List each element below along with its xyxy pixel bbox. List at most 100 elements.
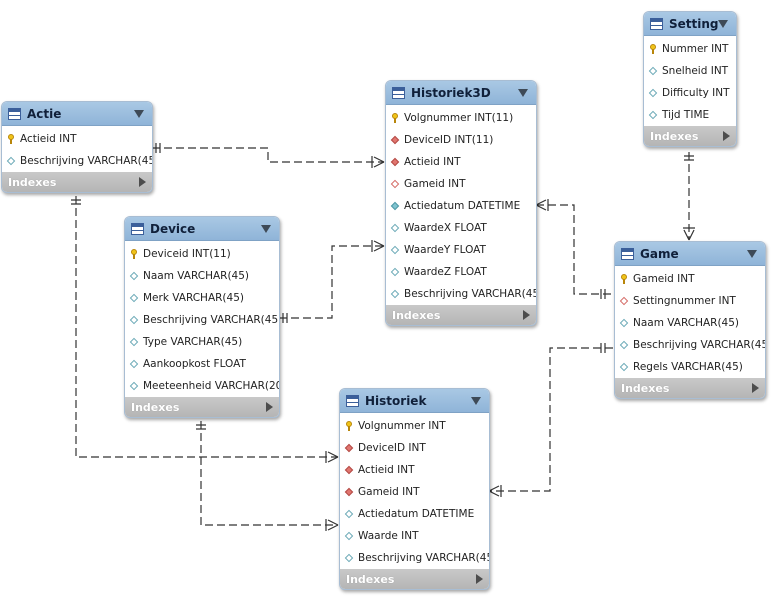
column-label: Actieid INT bbox=[358, 464, 415, 476]
column-label: Actieid INT bbox=[404, 156, 461, 168]
column-row[interactable]: Aankoopkost FLOAT bbox=[125, 353, 279, 375]
column-row[interactable]: Actiedatum DATETIME bbox=[386, 195, 536, 217]
attribute-icon bbox=[6, 156, 16, 166]
column-row[interactable]: Actieid INT bbox=[386, 151, 536, 173]
expand-arrow-icon[interactable] bbox=[266, 402, 273, 412]
column-row[interactable]: Regels VARCHAR(45) bbox=[615, 356, 765, 378]
column-row[interactable]: Actieid INT bbox=[340, 459, 489, 481]
chevron-down-icon[interactable] bbox=[718, 19, 728, 28]
attribute-icon bbox=[129, 293, 139, 303]
table-header[interactable]: Setting bbox=[644, 12, 736, 36]
column-label: Tijd TIME bbox=[662, 109, 710, 121]
indexes-section[interactable]: Indexes bbox=[2, 172, 152, 192]
column-row[interactable]: Gameid INT bbox=[615, 268, 765, 290]
column-row[interactable]: Nummer INT bbox=[644, 38, 736, 60]
column-row[interactable]: WaardeY FLOAT bbox=[386, 239, 536, 261]
chevron-down-icon[interactable] bbox=[518, 88, 528, 97]
column-row[interactable]: Gameid INT bbox=[340, 481, 489, 503]
indexes-section[interactable]: Indexes bbox=[615, 378, 765, 398]
table-name: Setting bbox=[669, 16, 718, 31]
column-label: Naam VARCHAR(45) bbox=[633, 317, 740, 329]
relationship-device-historiek3d bbox=[279, 245, 384, 319]
column-label: WaardeX FLOAT bbox=[404, 222, 487, 234]
table-historiek3d[interactable]: Historiek3D Volgnummer INT(11) DeviceID IN… bbox=[385, 80, 537, 326]
column-row[interactable]: Beschrijving VARCHAR(45) bbox=[340, 547, 489, 569]
column-row[interactable]: Actieid INT bbox=[2, 128, 152, 150]
table-icon bbox=[650, 17, 663, 30]
attribute-icon bbox=[648, 110, 658, 120]
column-label: Regels VARCHAR(45) bbox=[633, 361, 743, 373]
chevron-down-icon[interactable] bbox=[134, 109, 144, 118]
foreign-key-icon bbox=[390, 135, 400, 145]
column-row[interactable]: Volgnummer INT bbox=[340, 415, 489, 437]
attribute-icon bbox=[344, 531, 354, 541]
column-row[interactable]: Beschrijving VARCHAR(45) bbox=[615, 334, 765, 356]
chevron-down-icon[interactable] bbox=[747, 249, 757, 258]
table-header[interactable]: Actie bbox=[2, 102, 152, 126]
indexes-label: Indexes bbox=[621, 381, 670, 395]
chevron-down-icon[interactable] bbox=[471, 396, 481, 405]
column-label: Volgnummer INT bbox=[358, 420, 446, 432]
primary-key-icon bbox=[344, 421, 354, 431]
column-row[interactable]: Snelheid INT bbox=[644, 60, 736, 82]
column-row[interactable]: Gameid INT bbox=[386, 173, 536, 195]
table-name: Game bbox=[640, 246, 679, 261]
table-header[interactable]: Device bbox=[125, 217, 279, 241]
column-label: Actieid INT bbox=[20, 133, 77, 145]
column-row[interactable]: Naam VARCHAR(45) bbox=[615, 312, 765, 334]
column-label: Volgnummer INT(11) bbox=[404, 112, 514, 124]
column-row[interactable]: Deviceid INT(11) bbox=[125, 243, 279, 265]
indexes-label: Indexes bbox=[131, 400, 180, 414]
expand-arrow-icon[interactable] bbox=[139, 177, 146, 187]
column-row[interactable]: Settingnummer INT bbox=[615, 290, 765, 312]
attribute-icon bbox=[648, 88, 658, 98]
column-row[interactable]: Type VARCHAR(45) bbox=[125, 331, 279, 353]
column-row[interactable]: Beschrijving VARCHAR(45) bbox=[386, 283, 536, 305]
column-row[interactable]: Difficulty INT bbox=[644, 82, 736, 104]
table-actie[interactable]: Actie Actieid INT Beschrijving VARCHAR(45)… bbox=[1, 101, 153, 193]
column-row[interactable]: Actiedatum DATETIME bbox=[340, 503, 489, 525]
column-label: Snelheid INT bbox=[662, 65, 729, 77]
column-row[interactable]: Merk VARCHAR(45) bbox=[125, 287, 279, 309]
table-device[interactable]: Device Deviceid INT(11) Naam VARCHAR(45) Me… bbox=[124, 216, 280, 418]
column-row[interactable]: Tijd TIME bbox=[644, 104, 736, 126]
column-row[interactable]: DeviceID INT bbox=[340, 437, 489, 459]
column-row[interactable]: DeviceID INT(11) bbox=[386, 129, 536, 151]
table-header[interactable]: Game bbox=[615, 242, 765, 266]
attribute-icon bbox=[619, 340, 629, 350]
column-row[interactable]: WaardeX FLOAT bbox=[386, 217, 536, 239]
expand-arrow-icon[interactable] bbox=[752, 383, 759, 393]
column-row[interactable]: Beschrijving VARCHAR(45) bbox=[2, 150, 152, 172]
column-list: Actieid INT Beschrijving VARCHAR(45) bbox=[2, 126, 152, 172]
table-header[interactable]: Historiek bbox=[340, 389, 489, 413]
expand-arrow-icon[interactable] bbox=[723, 131, 730, 141]
expand-arrow-icon[interactable] bbox=[476, 574, 483, 584]
table-setting[interactable]: Setting Nummer INT Snelheid INT Difficulty … bbox=[643, 11, 737, 147]
indexes-section[interactable]: Indexes bbox=[386, 305, 536, 325]
attribute-filled-icon bbox=[390, 201, 400, 211]
column-label: Gameid INT bbox=[633, 273, 695, 285]
column-row[interactable]: Naam VARCHAR(45) bbox=[125, 265, 279, 287]
column-row[interactable]: Volgnummer INT(11) bbox=[386, 107, 536, 129]
column-label: Gameid INT bbox=[358, 486, 420, 498]
primary-key-icon bbox=[129, 249, 139, 259]
indexes-section[interactable]: Indexes bbox=[340, 569, 489, 589]
expand-arrow-icon[interactable] bbox=[523, 310, 530, 320]
relationship-device-historiek bbox=[200, 421, 338, 526]
table-game[interactable]: Game Gameid INT Settingnummer INT Naam VARC… bbox=[614, 241, 766, 399]
indexes-label: Indexes bbox=[346, 572, 395, 586]
column-row[interactable]: WaardeZ FLOAT bbox=[386, 261, 536, 283]
column-label: Beschrijving VARCHAR(45) bbox=[143, 314, 280, 326]
indexes-section[interactable]: Indexes bbox=[644, 126, 736, 146]
table-historiek[interactable]: Historiek Volgnummer INT DeviceID INT Actie… bbox=[339, 388, 490, 590]
column-row[interactable]: Meeteenheid VARCHAR(20) bbox=[125, 375, 279, 397]
column-list: Deviceid INT(11) Naam VARCHAR(45) Merk VAR… bbox=[125, 241, 279, 397]
attribute-icon bbox=[129, 381, 139, 391]
chevron-down-icon[interactable] bbox=[261, 224, 271, 233]
column-row[interactable]: Beschrijving VARCHAR(45) bbox=[125, 309, 279, 331]
table-header[interactable]: Historiek3D bbox=[386, 81, 536, 105]
attribute-icon bbox=[129, 337, 139, 347]
column-row[interactable]: Waarde INT bbox=[340, 525, 489, 547]
indexes-section[interactable]: Indexes bbox=[125, 397, 279, 417]
table-name: Device bbox=[150, 221, 196, 236]
